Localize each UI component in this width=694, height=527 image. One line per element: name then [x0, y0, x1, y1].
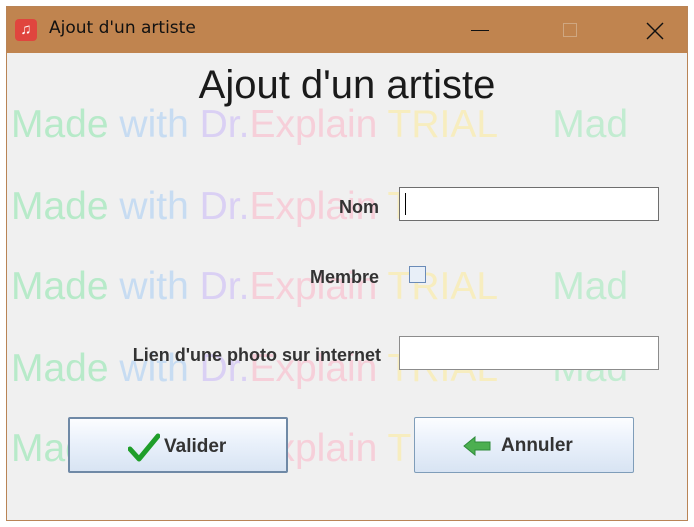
- valider-button[interactable]: Valider: [68, 417, 288, 473]
- annuler-label: Annuler: [501, 435, 573, 456]
- photo-link-label: Lien d'une photo sur internet: [132, 345, 381, 365]
- text-caret: [405, 193, 406, 215]
- minimize-button[interactable]: [453, 7, 505, 53]
- title-bar[interactable]: ♫ Ajout d'un artiste: [7, 7, 687, 53]
- annuler-button[interactable]: Annuler: [414, 417, 634, 473]
- music-note-icon: ♫: [15, 19, 37, 41]
- close-button[interactable]: [629, 7, 681, 53]
- membre-checkbox[interactable]: [409, 266, 426, 283]
- screenshot-frame: ♫ Ajout d'un artiste Made with Dr.Explai…: [0, 0, 694, 527]
- window-title: Ajout d'un artiste: [49, 18, 196, 38]
- watermark-line: Made with Dr.Explain TRIAL Mad: [11, 103, 629, 146]
- photo-link-field[interactable]: [399, 336, 659, 370]
- nom-label: Nom: [339, 197, 379, 217]
- membre-label: Membre: [309, 267, 379, 287]
- maximize-button[interactable]: [545, 7, 597, 53]
- dialog-window: ♫ Ajout d'un artiste Made with Dr.Explai…: [6, 6, 688, 521]
- checkmark-icon: [128, 433, 160, 462]
- minimize-icon: [471, 30, 489, 31]
- maximize-icon: [563, 23, 577, 37]
- close-icon: [646, 22, 664, 40]
- arrow-left-icon: [463, 436, 491, 456]
- page-title: Ajout d'un artiste: [198, 63, 496, 107]
- nom-field[interactable]: [399, 187, 659, 221]
- valider-label: Valider: [164, 436, 227, 457]
